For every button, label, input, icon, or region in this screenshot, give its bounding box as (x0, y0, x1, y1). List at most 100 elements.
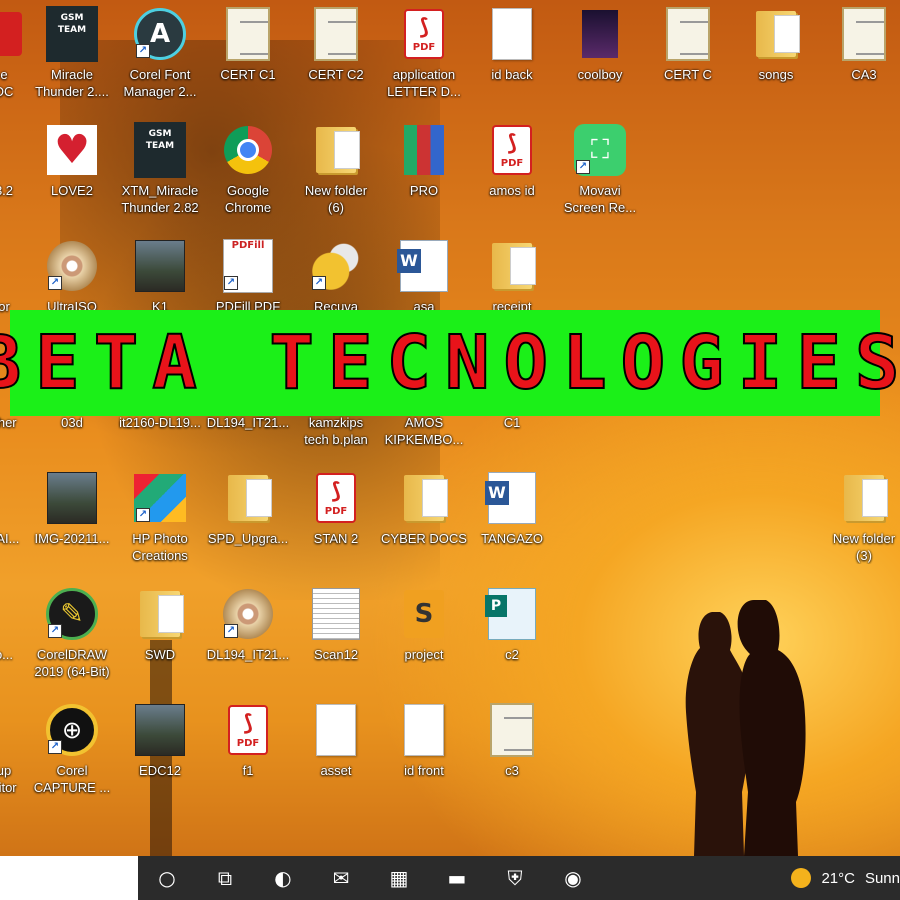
desktop-icon-songs[interactable]: songs (732, 8, 820, 83)
cert-icon (486, 703, 538, 757)
desktop-icon-label: TANGAZO (481, 531, 543, 546)
desktop-icon-stan-2[interactable]: ⟆ PDF STAN 2 (292, 472, 380, 547)
desktop-icon-ca3[interactable]: CA3 (820, 7, 900, 83)
desktop-icon-new-folder[interactable]: New folder (3) (820, 472, 900, 564)
desktop-icon-amos-id[interactable]: ⟆ PDF amos id (468, 124, 556, 199)
desktop-icon-label: DL194_IT21... (206, 647, 290, 662)
desktop-icon-pro[interactable]: PRO (380, 124, 468, 199)
partial-icon (0, 240, 30, 292)
desktop-icon-f1[interactable]: ⟆ PDF f1 (204, 704, 292, 779)
corel-icon: ✎ ↗ (46, 588, 98, 640)
desktop-icon-google[interactable]: Google Chrome (204, 124, 292, 216)
desktop-icon-label: EDC12 (139, 763, 181, 778)
desktop-icon-label: kamzkips tech b.plan (304, 415, 368, 447)
desktop-icon-cert-c2[interactable]: CERT C2 (292, 7, 380, 83)
doc-icon (398, 704, 450, 756)
team-icon: GSM TEAM (46, 6, 98, 62)
cert-icon (838, 7, 890, 61)
green-sq-icon: ⛶ ↗ (574, 124, 626, 176)
desktop-icon-coolboy[interactable]: coolboy (556, 8, 644, 83)
desktop-icon-corel[interactable]: ⊕ ↗ Corel CAPTURE ... (28, 704, 116, 796)
partial-icon (0, 704, 30, 756)
desktop-icon-label: coolboy (577, 67, 623, 82)
desktop-icon-swd[interactable]: SWD (116, 588, 204, 663)
desktop-icon-label: New folder (6) (304, 183, 368, 215)
desktop-icon-label: Corel Font Manager 2... (123, 67, 197, 99)
chrome-icon[interactable]: ◉ (544, 856, 602, 900)
edge-icon[interactable]: ◐ (254, 856, 312, 900)
desktop-icon-k1[interactable]: K1 (116, 240, 204, 315)
desktop-icon-new-folder[interactable]: New folder (6) (292, 124, 380, 216)
desktop-icon-asa[interactable]: Wasa (380, 240, 468, 315)
desktop-icon-coreldraw[interactable]: ✎ ↗ CorelDRAW 2019 (64-Bit) (28, 588, 116, 680)
desktop-icon-dl194-it21[interactable]: ↗ DL194_IT21... (204, 588, 292, 663)
colorful-icon: ↗ (134, 472, 186, 524)
desktop-icon-xtm-miracle[interactable]: GSM TEAM XTM_Miracle Thunder 2.82 (116, 122, 204, 216)
desktop-icon-receipt[interactable]: receipt (468, 240, 556, 315)
desktop-icon-c2[interactable]: Pc2 (468, 588, 556, 663)
desktop-icon-love2[interactable]: ♥ LOVE2 (28, 124, 116, 199)
desktop-icon-label: CERT C1 (220, 67, 276, 82)
file-explorer-icon[interactable]: ▬ (428, 856, 486, 900)
round-dark-icon: A ↗ (134, 8, 186, 60)
desktop-icon-cyber-docs[interactable]: CYBER DOCS (380, 472, 468, 547)
desktop-icon-spd-upgra[interactable]: SPD_Upgra... (204, 472, 292, 547)
folder-icon (750, 8, 802, 60)
desktop-icon-asset[interactable]: asset (292, 704, 380, 779)
shortcut-arrow-icon: ↗ (224, 624, 238, 638)
desktop-icon-id-front[interactable]: id front (380, 704, 468, 779)
desktop-icon-c3[interactable]: c3 (468, 703, 556, 779)
desktop-icon-label: CYBER DOCS (381, 531, 467, 546)
desktop-icon-application[interactable]: ⟆ PDF application LETTER D... (380, 8, 468, 100)
disc-icon: ↗ (46, 240, 98, 292)
desktop-icon-label: asset (320, 763, 352, 778)
desktop-icon-label: CorelDRAW 2019 (64-Bit) (34, 647, 110, 679)
desktop-icon-pdfill-pdf[interactable]: PDFill ↗ PDFill PDF (204, 239, 292, 315)
folder-icon (310, 124, 362, 176)
desktop-icon-tangazo[interactable]: W TANGAZO (468, 472, 556, 547)
sublime-icon: S (398, 588, 450, 640)
desktop-icon-label: Google Chrome (224, 183, 272, 215)
shortcut-arrow-icon: ↗ (48, 740, 62, 754)
desktop-icon-id-back[interactable]: id back (468, 8, 556, 83)
pdf-icon: ⟆ PDF (222, 704, 274, 756)
desktop-icon-recuva[interactable]: ↗ Recuva (292, 240, 380, 315)
desktop-icon-hp-photo[interactable]: ↗ HP Photo Creations (116, 472, 204, 564)
cortana-icon[interactable]: ○ (138, 856, 196, 900)
mail-icon[interactable]: ✉ (312, 856, 370, 900)
word-icon: W (485, 472, 538, 524)
desktop-icon-label: Miracle Thunder 2.... (35, 67, 109, 99)
desktop-icon-project[interactable]: Sproject (380, 588, 468, 663)
desktop-icon-label: project (404, 647, 444, 662)
security-icon[interactable]: ⛨ (486, 856, 544, 900)
pro-icon (398, 124, 450, 176)
desktop-icon-label: application LETTER D... (387, 67, 461, 99)
desktop-icon-cert-c1[interactable]: CERT C1 (204, 7, 292, 83)
weather-temperature: 21°C (821, 869, 855, 887)
couple-silhouette (685, 600, 806, 856)
desktop-icon-label: c3 (505, 763, 519, 778)
desktop-icon-label: CERT C (664, 67, 712, 82)
desktop-icon-edc12[interactable]: EDC12 (116, 704, 204, 779)
desktop-icon-label: AMOS KIPKEMBO... (384, 415, 464, 447)
shortcut-arrow-icon: ↗ (312, 276, 326, 290)
desktop-icon-label: DL194_IT21... (206, 415, 290, 430)
desktop-icon-movavi[interactable]: ⛶ ↗ Movavi Screen Re... (556, 124, 644, 216)
store-icon[interactable]: ▦ (370, 856, 428, 900)
recuva-icon: ↗ (310, 240, 362, 292)
title-banner: BETA TECNOLOGIES (0, 310, 900, 416)
task-view-icon[interactable]: ⧉ (196, 856, 254, 900)
desktop-icon-img-20211[interactable]: IMG-20211... (28, 472, 116, 547)
weather-widget[interactable]: 21°C Sunn (791, 868, 900, 888)
coolboy-icon (574, 8, 626, 60)
desktop-icon-ultraiso[interactable]: ↗ UltraISO (28, 240, 116, 315)
desktop-icon-corel-font[interactable]: A ↗ Corel Font Manager 2... (116, 8, 204, 100)
folder-icon (222, 472, 274, 524)
desktop-icon-label: Movavi Screen Re... (563, 183, 637, 215)
taskbar-search-box[interactable] (0, 856, 138, 900)
desktop-icon-miracle[interactable]: GSM TEAM Miracle Thunder 2.... (28, 6, 116, 100)
desktop-icon-label: Corel CAPTURE ... (33, 763, 111, 795)
desktop-icon-label: songs (758, 67, 794, 82)
desktop-icon-scan12[interactable]: Scan12 (292, 588, 380, 663)
desktop-icon-cert-c[interactable]: CERT C (644, 7, 732, 83)
